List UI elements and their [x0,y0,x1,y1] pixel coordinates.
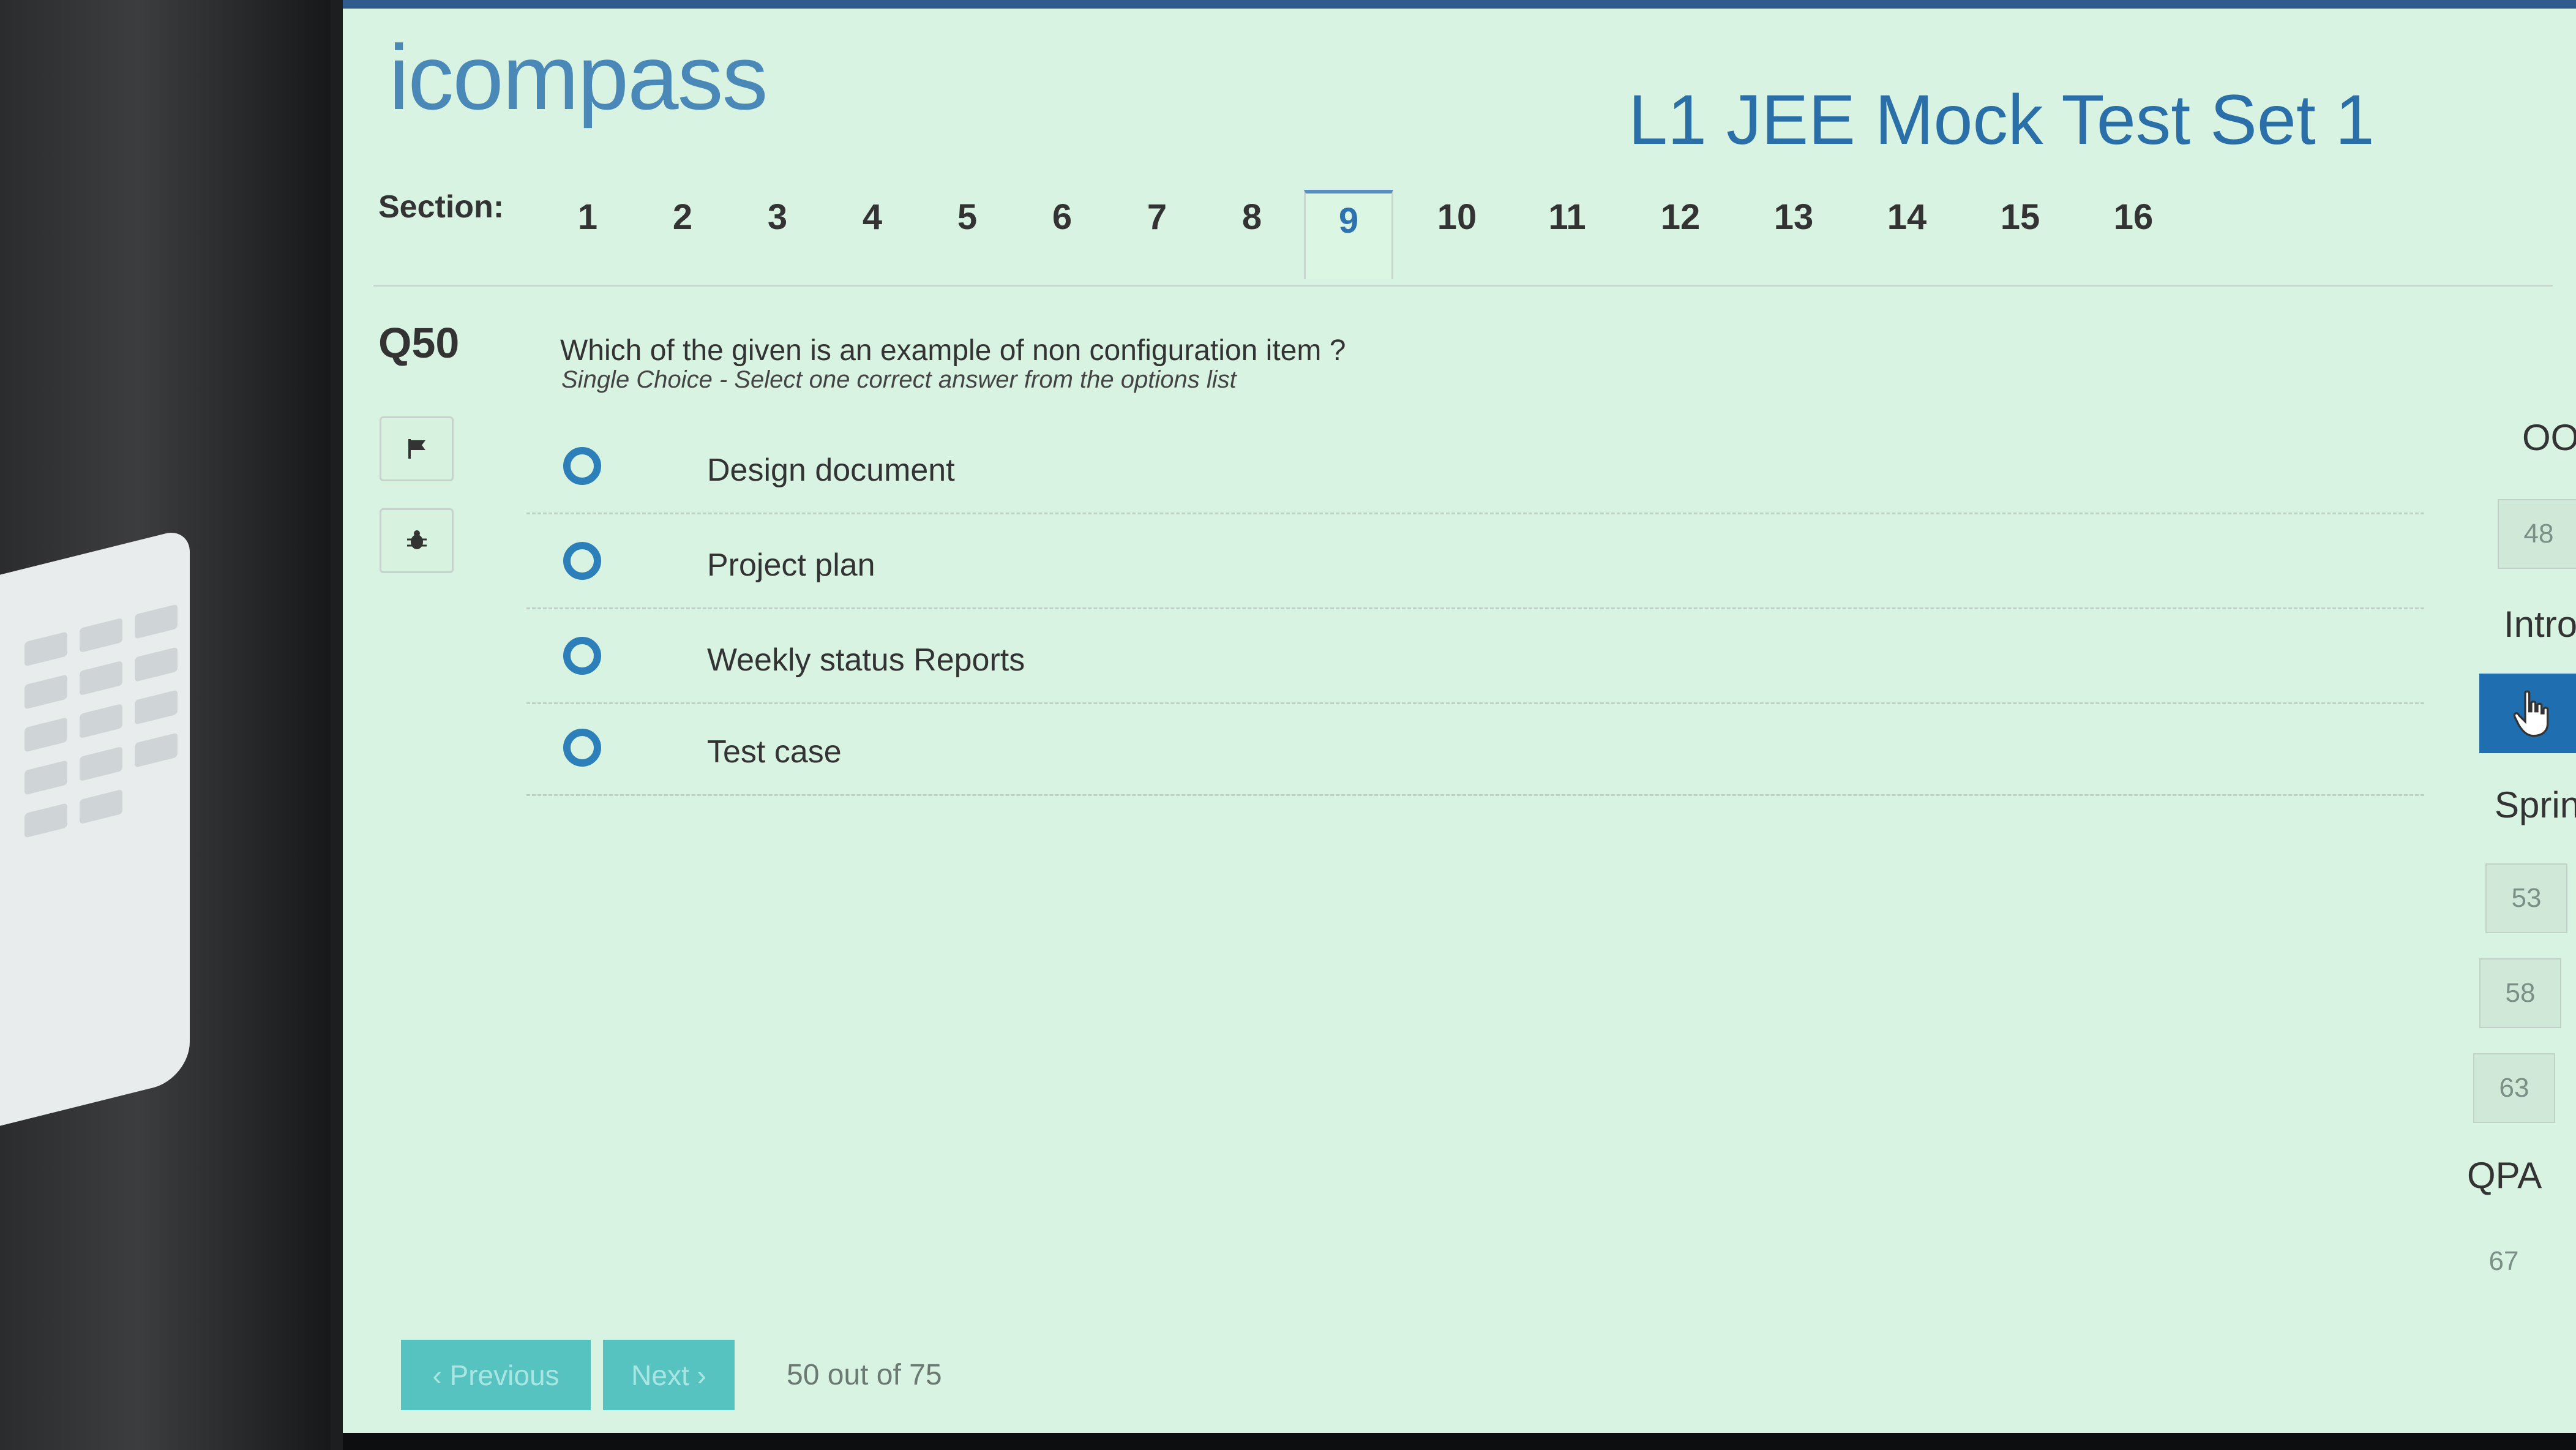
background-laptop [0,0,343,1450]
panel-question-63[interactable]: 63 [2473,1053,2555,1123]
tabs-divider [373,285,2553,287]
tab-section-10[interactable]: 10 [1414,190,1500,276]
option-item[interactable]: Project plan [526,524,2424,609]
tab-section-13[interactable]: 13 [1751,190,1837,276]
radio-button[interactable] [563,637,601,675]
logo-text: icompass [389,26,768,129]
panel-question-67[interactable]: 67 [2464,1228,2544,1295]
top-accent-bar [343,0,2576,9]
panel-group-sprin[interactable]: Sprin [2495,784,2576,826]
option-item[interactable]: Test case [526,710,2424,796]
tab-section-8[interactable]: 8 [1209,190,1295,276]
hand-pointer-icon [2513,690,2549,737]
option-label: Project plan [707,547,875,583]
panel-question-58[interactable]: 58 [2479,958,2561,1028]
question-text: Which of the given is an example of non … [560,334,1346,367]
question-progress: 50 out of 75 [787,1359,942,1391]
logo: icompass [389,24,768,130]
tab-section-16[interactable]: 16 [2091,190,2176,276]
panel-question-53[interactable]: 53 [2485,863,2567,933]
page-title: L1 JEE Mock Test Set 1 [1628,81,2375,159]
tab-section-5[interactable]: 5 [924,190,1010,276]
tab-section-6[interactable]: 6 [1019,190,1105,276]
tab-section-2[interactable]: 2 [640,190,725,276]
previous-button[interactable]: ‹ Previous [401,1340,591,1410]
report-bug-button[interactable] [380,508,454,573]
section-tabs: 1 2 3 4 5 6 7 8 9 10 11 12 13 14 15 16 [545,190,2565,288]
radio-button[interactable] [563,447,601,485]
tab-section-15[interactable]: 15 [1977,190,2063,276]
option-item[interactable]: Weekly status Reports [526,618,2424,704]
question-number: Q50 [378,319,460,367]
flag-icon [408,439,425,459]
panel-group-qpa[interactable]: QPA [2467,1154,2542,1196]
option-divider [526,702,2424,704]
monitor-bottom-edge [343,1433,2576,1450]
option-label: Test case [707,734,842,770]
next-button[interactable]: Next › [603,1340,735,1410]
option-item[interactable]: Design document [526,429,2424,514]
tab-section-12[interactable]: 12 [1638,190,1723,276]
option-divider [526,794,2424,796]
question-hint: Single Choice - Select one correct answe… [561,366,1237,393]
tab-section-11[interactable]: 11 [1524,190,1610,276]
panel-current-question[interactable] [2479,674,2576,753]
option-divider [526,513,2424,514]
tab-section-14[interactable]: 14 [1864,190,1950,276]
tab-section-3[interactable]: 3 [735,190,820,276]
section-label: Section: [378,189,504,225]
tab-section-9[interactable]: 9 [1304,190,1393,279]
panel-group-intro[interactable]: Intro [2504,603,2576,645]
radio-button[interactable] [563,729,601,767]
keyboard-photo [0,527,190,1126]
option-label: Weekly status Reports [707,642,1025,678]
tab-section-1[interactable]: 1 [545,190,631,276]
option-divider [526,607,2424,609]
bug-icon [406,530,427,549]
tab-section-7[interactable]: 7 [1114,190,1200,276]
panel-question-48[interactable]: 48 [2498,499,2576,569]
option-label: Design document [707,453,955,488]
tab-section-4[interactable]: 4 [829,190,915,276]
flag-button[interactable] [380,416,454,481]
radio-button[interactable] [563,542,601,580]
app-screen: icompass L1 JEE Mock Test Set 1 Section:… [343,0,2576,1433]
panel-group-oo[interactable]: OO [2522,416,2576,459]
